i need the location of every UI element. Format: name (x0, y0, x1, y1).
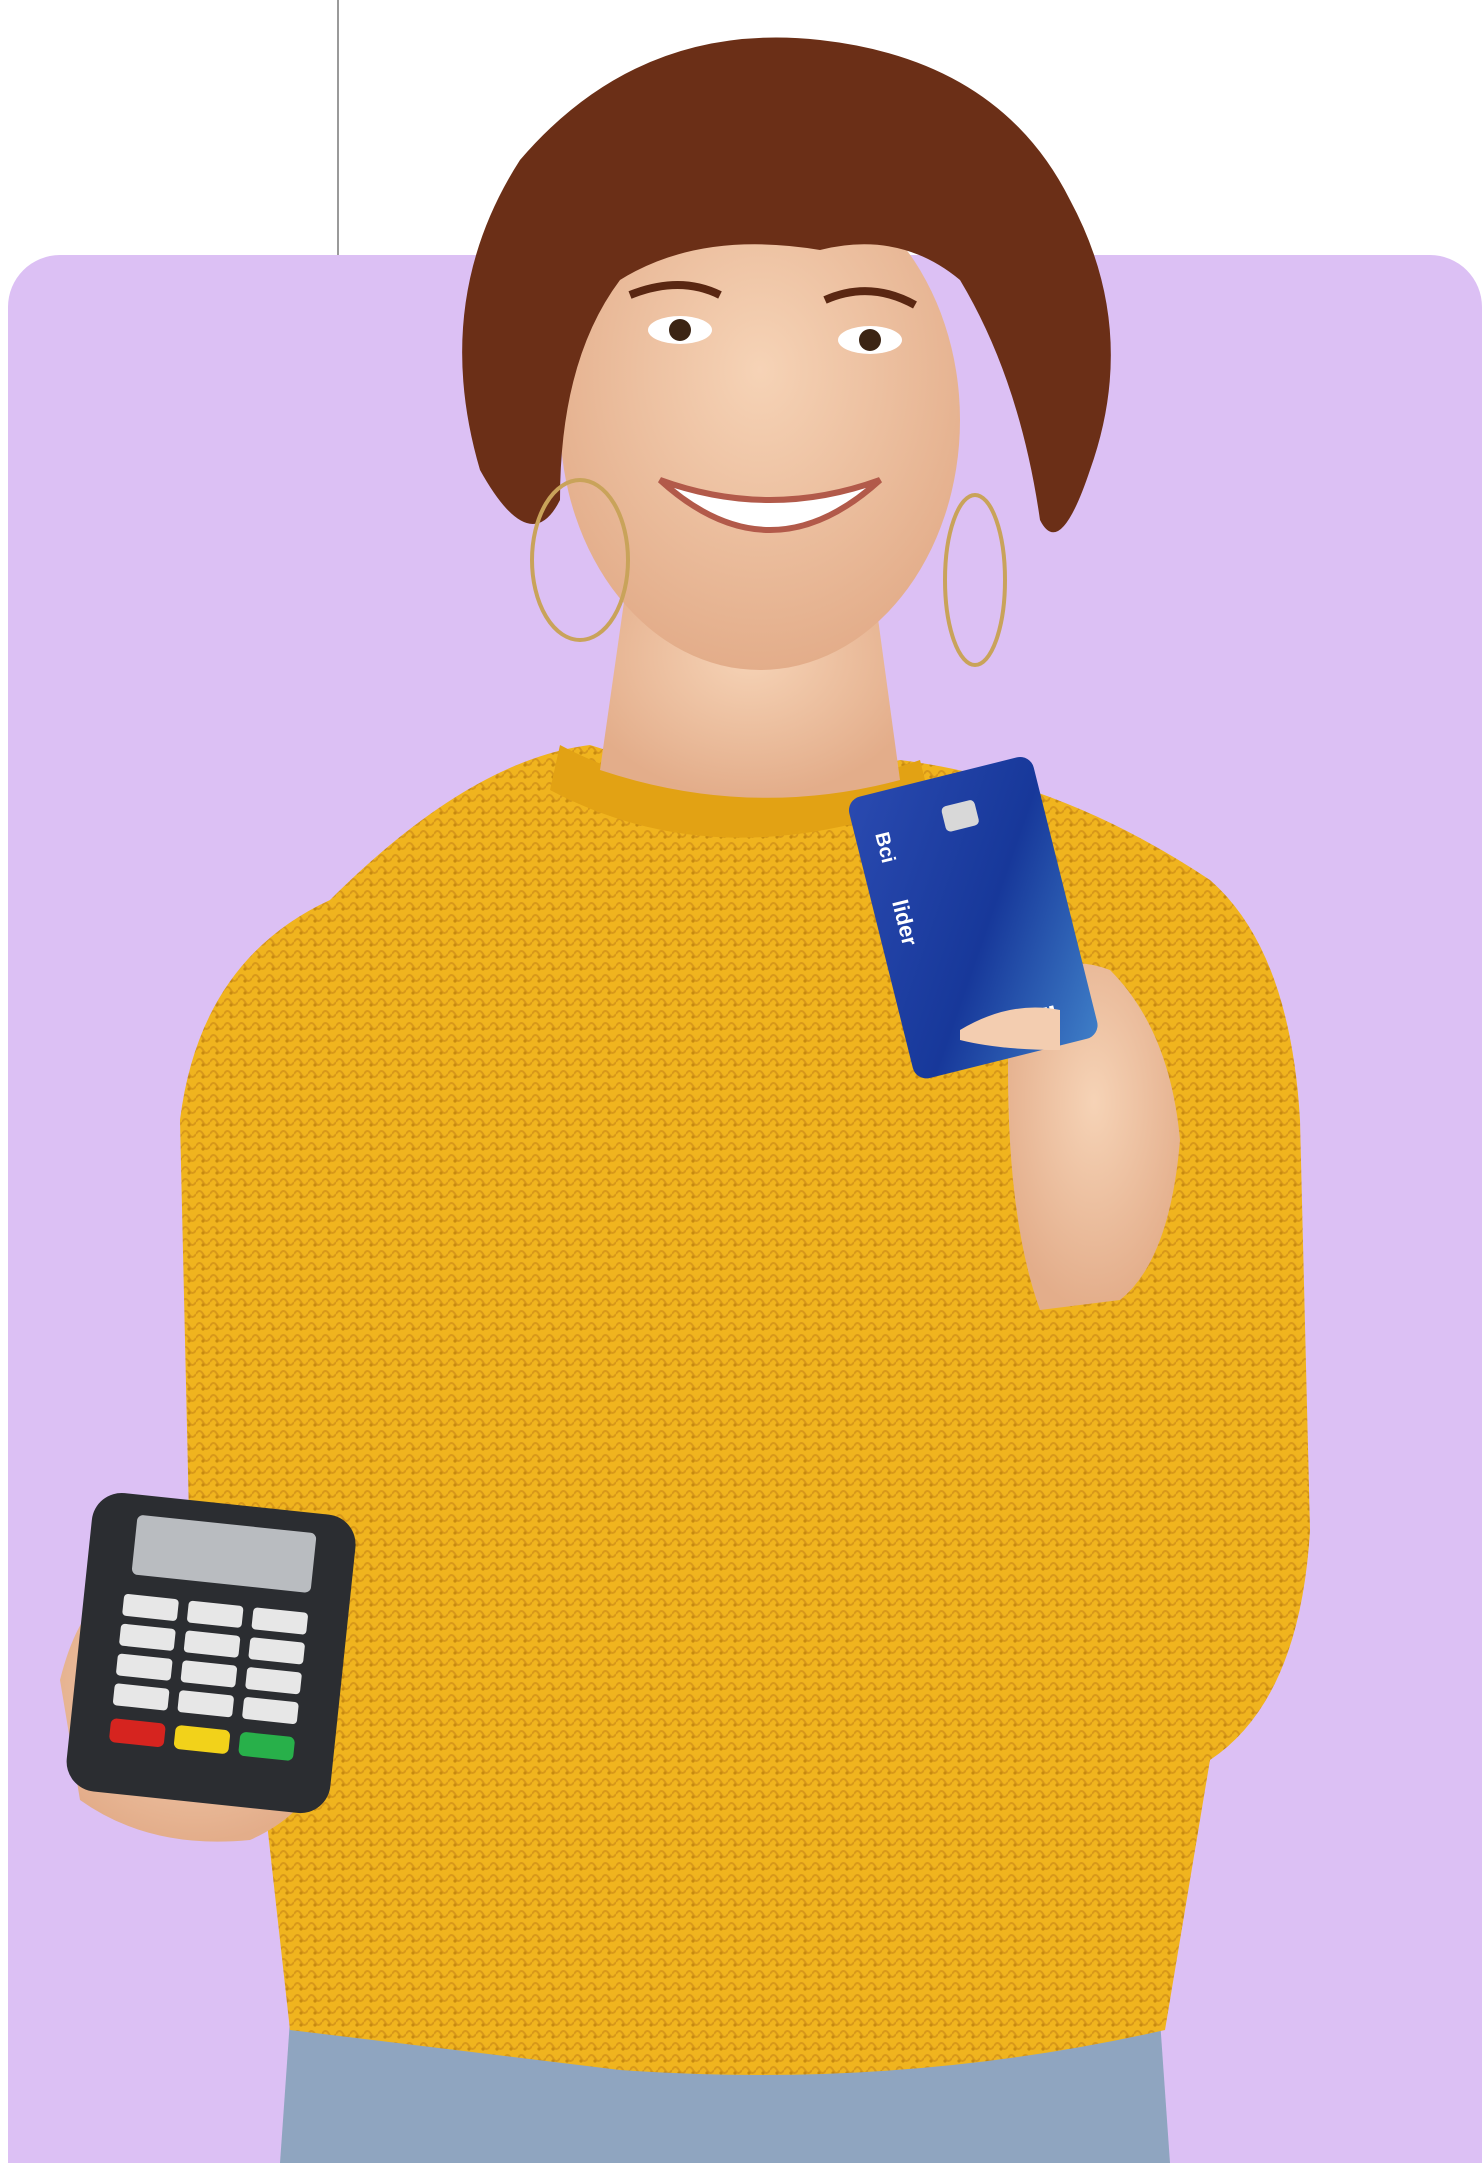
woman-holding-card-photo: lider Bci VI (60, 37, 1310, 2163)
yellow-sweater (180, 745, 1310, 2075)
right-hoop-earring (943, 493, 1007, 667)
product-photo-scene: lider Bci VI (0, 0, 1482, 2163)
payment-terminal (66, 1492, 356, 1814)
